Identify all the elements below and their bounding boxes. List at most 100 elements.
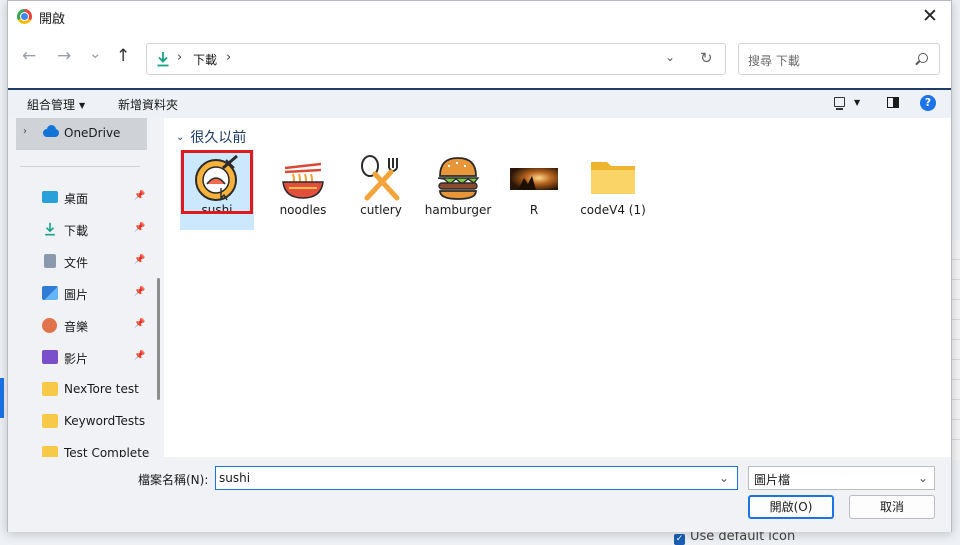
videos-icon xyxy=(42,350,58,364)
file-item-r[interactable]: R xyxy=(497,150,571,230)
collapse-chevron-icon: ⌄ xyxy=(176,132,185,143)
address-bar[interactable]: › 下載 › ⌄ ↻ xyxy=(146,43,726,75)
up-button[interactable]: ↑ xyxy=(116,46,130,66)
caret-down-icon: ▼ xyxy=(79,101,86,110)
file-name: R xyxy=(529,203,539,217)
help-icon[interactable]: ? xyxy=(920,95,936,111)
file-name: hamburger xyxy=(424,203,492,217)
file-name: cutlery xyxy=(360,203,402,217)
file-list: ⌄ 很久以前 sushi noodles cutlery hamburger R… xyxy=(164,118,951,457)
file-selection-bar: 檔案名稱(N): sushi ⌄ 圖片檔 ⌄ 開啟(O) 取消 xyxy=(8,457,951,532)
open-button[interactable]: 開啟(O) xyxy=(748,495,834,519)
sidebar-item-label: KeywordTests xyxy=(64,414,146,428)
search-placeholder: 搜尋 下載 xyxy=(748,54,800,68)
group-header[interactable]: ⌄ 很久以前 xyxy=(176,127,246,147)
search-input[interactable]: 搜尋 下載 xyxy=(738,43,940,75)
pin-icon: 📌 xyxy=(134,319,146,329)
sidebar-item-keywordtests[interactable]: KeywordTests xyxy=(42,412,154,434)
folder-icon xyxy=(42,414,58,428)
chrome-icon xyxy=(17,9,32,24)
image-thumbnail xyxy=(510,168,558,190)
sidebar-item-test-complete[interactable]: Test Complete xyxy=(42,444,154,457)
sidebar-item-label: 文件 xyxy=(64,256,89,270)
hamburger-icon xyxy=(437,157,480,200)
dialog-title: 開啟 xyxy=(39,12,66,27)
sidebar-item-label: OneDrive xyxy=(64,126,121,140)
organize-label: 組合管理 xyxy=(27,98,76,112)
sidebar-item-downloads[interactable]: 下載 📌 xyxy=(42,220,154,242)
file-item-noodles[interactable]: noodles xyxy=(266,150,340,230)
breadcrumb-separator: › xyxy=(177,50,183,65)
file-name: codeV4 (1) xyxy=(580,203,646,217)
sidebar-item-label: 圖片 xyxy=(64,288,89,302)
forward-button[interactable]: → xyxy=(57,46,71,66)
onedrive-cloud-icon xyxy=(43,125,59,137)
download-icon xyxy=(45,222,55,236)
selection-highlight-box xyxy=(181,150,253,214)
search-icon[interactable] xyxy=(918,53,928,63)
close-button[interactable]: ✕ xyxy=(909,1,951,32)
sidebar-item-onedrive[interactable]: › OneDrive xyxy=(16,118,147,150)
file-item-hamburger[interactable]: hamburger xyxy=(421,150,495,230)
organize-menu-button[interactable]: 組合管理 ▼ xyxy=(27,96,85,113)
expand-chevron-icon[interactable]: › xyxy=(23,126,27,137)
filename-label: 檔案名稱(N): xyxy=(138,473,209,487)
preview-pane-icon[interactable] xyxy=(887,97,899,108)
refresh-button[interactable]: ↻ xyxy=(700,49,713,67)
pin-icon: 📌 xyxy=(134,351,146,361)
filename-input[interactable]: sushi ⌄ xyxy=(215,466,738,490)
open-file-dialog: 開啟 ✕ ← → ⌄ ↑ › 下載 › ⌄ ↻ 搜尋 下載 組合管理 ▼ 新增資料… xyxy=(7,0,952,532)
sidebar-item-documents[interactable]: 文件 📌 xyxy=(42,252,154,274)
chevron-down-icon: ⌄ xyxy=(917,471,928,485)
pin-icon: 📌 xyxy=(134,223,146,233)
pin-icon: 📌 xyxy=(134,287,146,297)
file-name: noodles xyxy=(279,203,327,217)
breadcrumb-downloads[interactable]: 下載 xyxy=(193,51,217,68)
folder-icon xyxy=(42,446,58,457)
sidebar-scrollbar[interactable] xyxy=(157,278,160,400)
view-mode-icon[interactable] xyxy=(834,97,845,110)
command-toolbar: 組合管理 ▼ 新增資料夾 ▼ ? xyxy=(8,88,951,120)
filename-value: sushi xyxy=(219,471,251,485)
sidebar-item-label: 下載 xyxy=(64,224,89,238)
download-icon xyxy=(157,52,169,67)
sidebar-item-label: NexTore test xyxy=(64,382,139,396)
group-label: 很久以前 xyxy=(190,130,247,146)
noodles-icon xyxy=(282,162,324,199)
recent-locations-button[interactable]: ⌄ xyxy=(89,44,102,62)
sidebar-item-music[interactable]: 音樂 📌 xyxy=(42,316,154,338)
file-item-cutlery[interactable]: cutlery xyxy=(344,150,418,230)
breadcrumb-separator[interactable]: › xyxy=(226,50,231,65)
cutlery-icon xyxy=(361,155,400,201)
filename-history-dropdown[interactable]: ⌄ xyxy=(719,471,729,485)
title-bar: 開啟 ✕ xyxy=(8,1,951,32)
new-folder-button[interactable]: 新增資料夾 xyxy=(118,96,178,113)
sidebar-item-label: Test Complete xyxy=(64,446,150,457)
navigation-pane: › OneDrive 桌面 📌 下載 📌 文件 📌 圖片 📌 音樂 📌 影片 📌… xyxy=(8,118,163,457)
navigation-bar: ← → ⌄ ↑ › 下載 › ⌄ ↻ 搜尋 下載 xyxy=(8,32,951,88)
folder-icon xyxy=(591,162,635,194)
pin-icon: 📌 xyxy=(134,255,146,265)
pin-icon: 📌 xyxy=(134,191,146,201)
document-icon xyxy=(44,254,56,268)
sidebar-item-label: 桌面 xyxy=(64,192,89,206)
cancel-button[interactable]: 取消 xyxy=(849,495,935,519)
back-button[interactable]: ← xyxy=(22,46,36,66)
file-type-value: 圖片檔 xyxy=(754,473,791,487)
sidebar-divider xyxy=(20,166,140,167)
background-accent-bar xyxy=(0,378,4,418)
sidebar-item-nextore-test[interactable]: NexTore test xyxy=(42,380,154,402)
sidebar-item-pictures[interactable]: 圖片 📌 xyxy=(42,284,154,306)
sidebar-item-label: 影片 xyxy=(64,352,89,366)
sidebar-item-label: 音樂 xyxy=(64,320,89,334)
sidebar-item-videos[interactable]: 影片 📌 xyxy=(42,348,154,370)
sidebar-item-desktop[interactable]: 桌面 📌 xyxy=(42,188,154,210)
folder-icon xyxy=(42,382,58,396)
music-icon xyxy=(42,318,57,333)
file-type-select[interactable]: 圖片檔 ⌄ xyxy=(748,466,935,490)
address-history-dropdown[interactable]: ⌄ xyxy=(665,50,675,64)
pictures-icon xyxy=(42,286,58,300)
desktop-icon xyxy=(42,191,58,203)
file-item-codev4-1[interactable]: codeV4 (1) xyxy=(576,150,650,230)
view-mode-caret-icon[interactable]: ▼ xyxy=(854,98,860,107)
